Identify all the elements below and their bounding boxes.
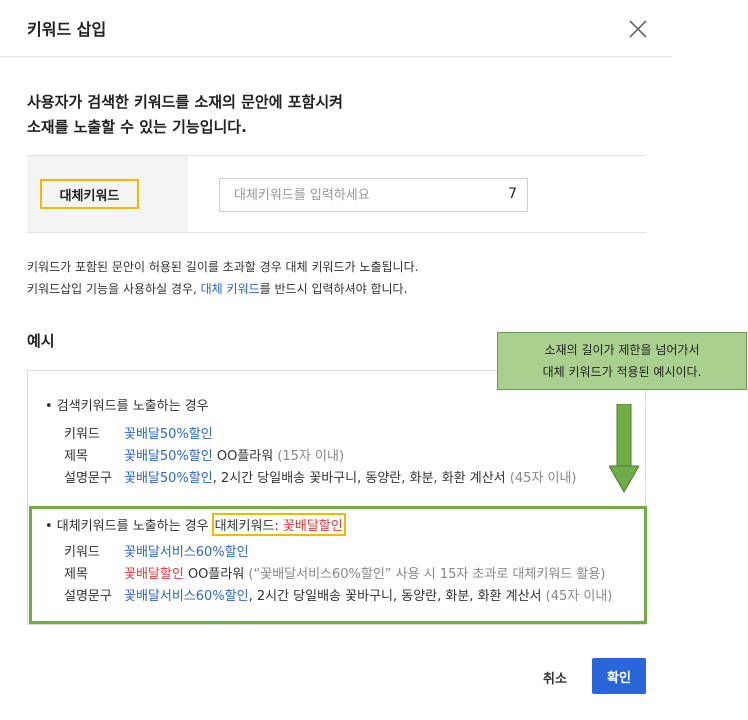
- notice-line-2-suffix: 를 반드시 입력하셔야 합니다.: [259, 282, 408, 296]
- section-2-row-title: 제목 꽃배달할인 OO플라워 (“꽃배달서비스60%할인” 사용 시 15자 초과…: [64, 563, 605, 582]
- intro-line-2: 소재를 노출할 수 있는 기능입니다.: [27, 118, 247, 136]
- notice-line-2-prefix: 키워드삽입 기능을 사용하실 경우,: [27, 282, 201, 296]
- section-2-row-keyword: 키워드 꽃배달서비스60%할인: [64, 541, 249, 560]
- arrow-down-icon: [609, 404, 639, 494]
- alt-keyword-link: 대체 키워드: [200, 282, 260, 296]
- alt-keyword-row: 대체키워드 7: [27, 155, 646, 233]
- dialog-title: 키워드 삽입: [27, 20, 107, 39]
- section-2-row-description: 설명문구 꽃배달서비스60%할인, 2시간 당일배송 꽃바구니, 동양란, 화분,…: [64, 585, 612, 604]
- example-box: • 검색키워드를 노출하는 경우 키워드 꽃배달50%할인 제목 꽃배달50%할인 …: [27, 370, 647, 625]
- section-1-head: • 검색키워드를 노출하는 경우: [45, 399, 209, 414]
- confirm-button[interactable]: 확인: [592, 658, 646, 694]
- section-1-row-title: 제목 꽃배달50%할인 OO플라워 (15자 이내): [64, 445, 344, 464]
- notice-line-1: 키워드가 포함된 문안이 허용된 길이를 초과할 경우 대체 키워드가 노출됩니…: [27, 260, 419, 274]
- row-value: 꽃배달할인: [124, 567, 184, 582]
- callout-line-2: 대체 키워드가 적용된 예시이다.: [542, 365, 702, 379]
- alt-keyword-highlight: 대체키워드: 꽃배달할인: [211, 513, 346, 536]
- section-2-head: • 대체키워드를 노출하는 경우 대체키워드: 꽃배달할인: [45, 513, 346, 536]
- section-1-row-description: 설명문구 꽃배달50%할인, 2시간 당일배송 꽃바구니, 동양란, 화분, 화환…: [64, 467, 576, 486]
- callout-note: 소재의 길이가 제한을 넘어가서 대체 키워드가 적용된 예시이다.: [497, 332, 747, 390]
- row-label: 키워드: [64, 427, 100, 442]
- row-label: 제목: [64, 567, 88, 582]
- alt-keyword-input[interactable]: [220, 179, 490, 211]
- highlight-label: 대체키워드:: [214, 519, 283, 534]
- row-note: (“꽃배달서비스60%할인” 사용 시 15자 초과로 대체키워드 활용): [244, 567, 606, 582]
- row-value: 꽃배달50%할인: [124, 471, 213, 486]
- callout-line-1: 소재의 길이가 제한을 넘어가서: [544, 343, 700, 357]
- row-value: 꽃배달50%할인: [124, 449, 213, 464]
- dialog-header: 키워드 삽입: [0, 0, 672, 57]
- row-rest: , 2시간 당일배송 꽃바구니, 동양란, 화분, 화환 계산서: [248, 589, 542, 604]
- row-label: 설명문구: [64, 471, 112, 486]
- alt-keyword-label: 대체키워드: [40, 179, 139, 209]
- field-label-cell: 대체키워드: [27, 156, 188, 232]
- example-title: 예시: [27, 332, 55, 350]
- row-value: 꽃배달서비스60%할인: [124, 545, 249, 560]
- alt-keyword-input-box[interactable]: 7: [219, 178, 528, 212]
- row-value: 꽃배달서비스60%할인: [124, 589, 249, 604]
- row-label: 설명문구: [64, 589, 112, 604]
- notice-line-2: 키워드삽입 기능을 사용하실 경우, 대체 키워드를 반드시 입력하셔야 합니다…: [27, 278, 418, 300]
- row-label: 키워드: [64, 545, 100, 560]
- row-note: (15자 이내): [273, 449, 345, 464]
- notice-text: 키워드가 포함된 문안이 허용된 길이를 초과할 경우 대체 키워드가 노출됩니…: [27, 256, 418, 300]
- intro-line-1: 사용자가 검색한 키워드를 소재의 문안에 포함시켜: [27, 93, 343, 111]
- intro-text: 사용자가 검색한 키워드를 소재의 문안에 포함시켜 소재를 노출할 수 있는 …: [27, 90, 343, 140]
- row-note: (45자 이내): [505, 471, 577, 486]
- row-rest: OO플라워: [212, 449, 274, 464]
- close-icon[interactable]: [626, 17, 650, 41]
- row-value: 꽃배달50%할인: [124, 427, 213, 442]
- row-rest: OO플라워: [183, 567, 245, 582]
- cancel-button[interactable]: 취소: [530, 660, 580, 694]
- row-rest: , 2시간 당일배송 꽃바구니, 동양란, 화분, 화환 계산서: [212, 471, 506, 486]
- row-label: 제목: [64, 449, 88, 464]
- section-1-row-keyword: 키워드 꽃배달50%할인: [64, 423, 213, 442]
- highlight-value: 꽃배달할인: [282, 519, 343, 534]
- char-count: 7: [508, 186, 517, 202]
- section-2-head-text: • 대체키워드를 노출하는 경우: [45, 519, 209, 534]
- row-note: (45자 이내): [541, 589, 613, 604]
